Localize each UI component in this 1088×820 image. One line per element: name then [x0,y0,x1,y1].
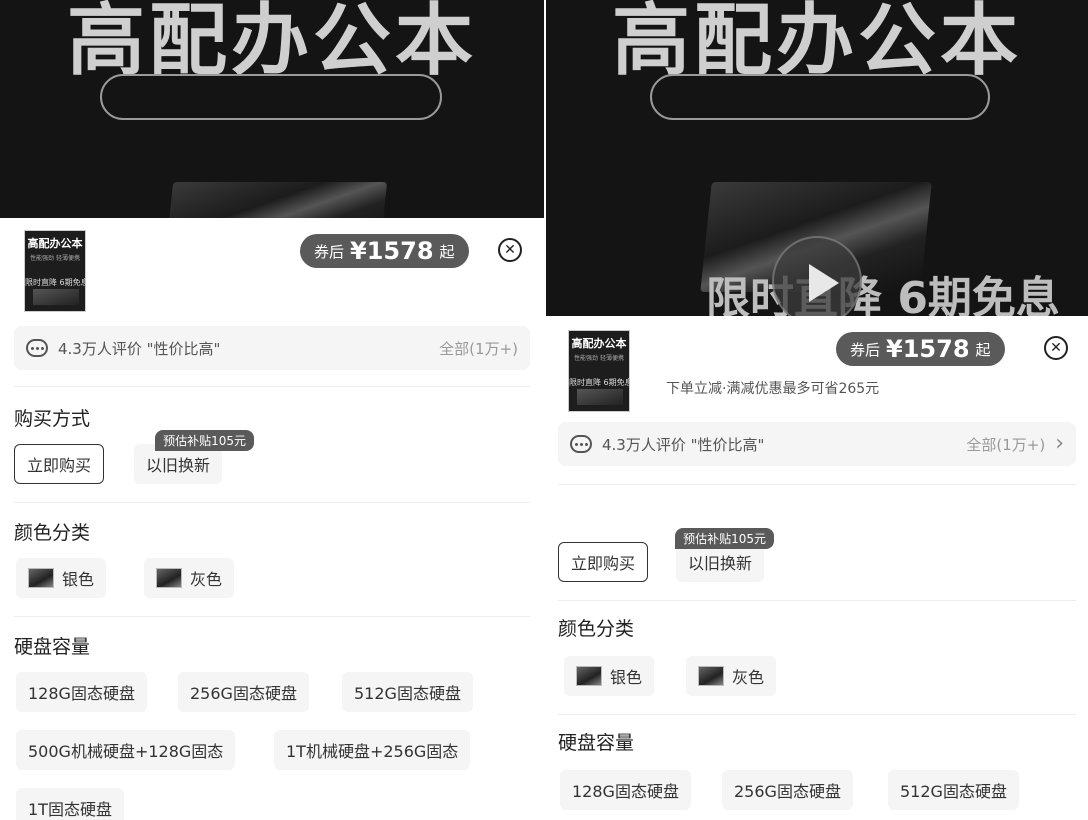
color-swatch [576,666,602,686]
product-thumbnail[interactable]: 高配办公本 性能强劲 轻薄便携 限时直降 6期免息 [568,330,630,412]
reviews-summary: 4.3万人评价 "性价比高" [58,339,221,358]
banner-pill [100,74,442,120]
option-buy-now[interactable]: 立即购买 [558,542,649,582]
option-storage-256g[interactable]: 256G固态硬盘 [178,672,309,712]
thumb-laptop [33,289,79,305]
option-label: 银色 [610,668,643,687]
divider [558,600,1076,601]
option-color-silver[interactable]: 银色 [564,656,655,696]
divider [14,502,530,503]
option-trade-in[interactable]: 以旧换新 预估补贴105元 [134,430,255,484]
thumb-tagline: 性能强劲 轻薄便携 [574,355,624,362]
subsidy-badge: 预估补贴105元 [675,528,775,549]
price-value: ¥1578 [886,335,970,363]
thumb-promo: 限时直降 6期免息 [569,378,630,387]
option-label: 立即购买 [571,554,636,573]
option-label: 512G固态硬盘 [354,684,461,703]
close-icon[interactable]: ✕ [498,238,522,262]
reviews-bar[interactable]: 4.3万人评价 "性价比高" 全部(1万+) › [558,422,1076,466]
option-label: 500G机械硬盘+128G固态 [28,742,224,761]
option-label: 128G固态硬盘 [572,782,679,801]
thumb-title: 高配办公本 [27,237,83,250]
thumb-promo: 限时直降 6期免息 [25,278,86,287]
option-color-gray[interactable]: 灰色 [686,656,777,696]
laptop-image [166,182,388,218]
option-label: 以旧换新 [146,456,211,475]
chevron-right-icon: › [1055,431,1064,456]
color-swatch [698,666,724,686]
purchase-title: 购买方式 [14,408,91,430]
option-label: 立即购买 [27,456,92,475]
price-value: ¥1578 [350,237,434,265]
price-suffix: 起 [439,242,455,261]
divider [14,616,530,617]
option-storage-1t[interactable]: 1T固态硬盘 [16,788,124,820]
reviews-all: 全部(1万+) [439,339,518,358]
price-label: 券后 [850,340,881,359]
storage-title: 硬盘容量 [14,636,91,658]
option-storage-128g[interactable]: 128G固态硬盘 [16,672,147,712]
color-swatch [156,568,182,588]
option-label: 1T固态硬盘 [28,800,112,819]
thumb-laptop [577,389,623,405]
promo-banner-left: 高配办公本 [0,0,544,218]
option-storage-512g[interactable]: 512G固态硬盘 [342,672,473,712]
price-pill: 券后 ¥1578 起 [300,234,469,268]
option-label: 256G固态硬盘 [190,684,297,703]
thumb-tagline: 性能强劲 轻薄便携 [30,255,80,262]
reviews-all: 全部(1万+) [966,435,1046,454]
option-storage-512g[interactable]: 512G固态硬盘 [888,770,1019,810]
subsidy-badge: 预估补贴105元 [155,430,255,451]
color-title: 颜色分类 [558,618,635,640]
chat-bubble-icon [570,435,592,453]
close-icon[interactable]: ✕ [1044,336,1068,360]
option-buy-now[interactable]: 立即购买 [14,444,105,484]
banner-pill [650,74,990,120]
option-trade-in[interactable]: 以旧换新 预估补贴105元 [675,528,775,582]
option-label: 256G固态硬盘 [734,782,841,801]
price-pill: 券后 ¥1578 起 [836,332,1005,366]
option-label: 512G固态硬盘 [900,782,1007,801]
option-storage-1t-256g[interactable]: 1T机械硬盘+256G固态 [274,730,471,770]
divider [558,714,1076,715]
divider [558,484,1076,485]
sku-sheet-right: 高配办公本 性能强劲 轻薄便携 限时直降 6期免息 券后 ¥1578 起 下单立… [546,316,1088,820]
option-color-gray[interactable]: 灰色 [144,558,235,598]
option-storage-256g[interactable]: 256G固态硬盘 [722,770,853,810]
option-label: 灰色 [190,570,223,589]
price-suffix: 起 [975,340,991,359]
option-color-silver[interactable]: 银色 [16,558,107,598]
thumb-title: 高配办公本 [571,337,627,350]
banner-subtitle: 限时直降 6期免息 [706,273,1060,316]
option-storage-128g[interactable]: 128G固态硬盘 [560,770,691,810]
divider [14,386,530,387]
promo-banner-right: 高配办公本 限时直降 6期免息 [546,0,1088,316]
option-label: 1T机械硬盘+256G固态 [286,742,459,761]
reviews-bar[interactable]: 4.3万人评价 "性价比高" 全部(1万+) [14,326,530,370]
storage-title: 硬盘容量 [558,732,635,754]
color-title: 颜色分类 [14,522,91,544]
color-swatch [28,568,54,588]
chat-bubble-icon [26,339,48,357]
option-label: 以旧换新 [688,554,753,573]
option-label: 128G固态硬盘 [28,684,135,703]
option-label: 灰色 [732,668,765,687]
reviews-summary: 4.3万人评价 "性价比高" [602,435,765,454]
sku-sheet-left: 高配办公本 性能强劲 轻薄便携 限时直降 6期免息 券后 ¥1578 起 ✕ 4… [0,218,544,820]
coupon-text: 下单立减·满减优惠最多可省265元 [666,381,880,397]
price-label: 券后 [314,242,345,261]
option-storage-500g-128g[interactable]: 500G机械硬盘+128G固态 [16,730,236,770]
play-icon[interactable] [772,236,862,316]
option-label: 银色 [62,570,95,589]
product-thumbnail[interactable]: 高配办公本 性能强劲 轻薄便携 限时直降 6期免息 [24,230,86,312]
